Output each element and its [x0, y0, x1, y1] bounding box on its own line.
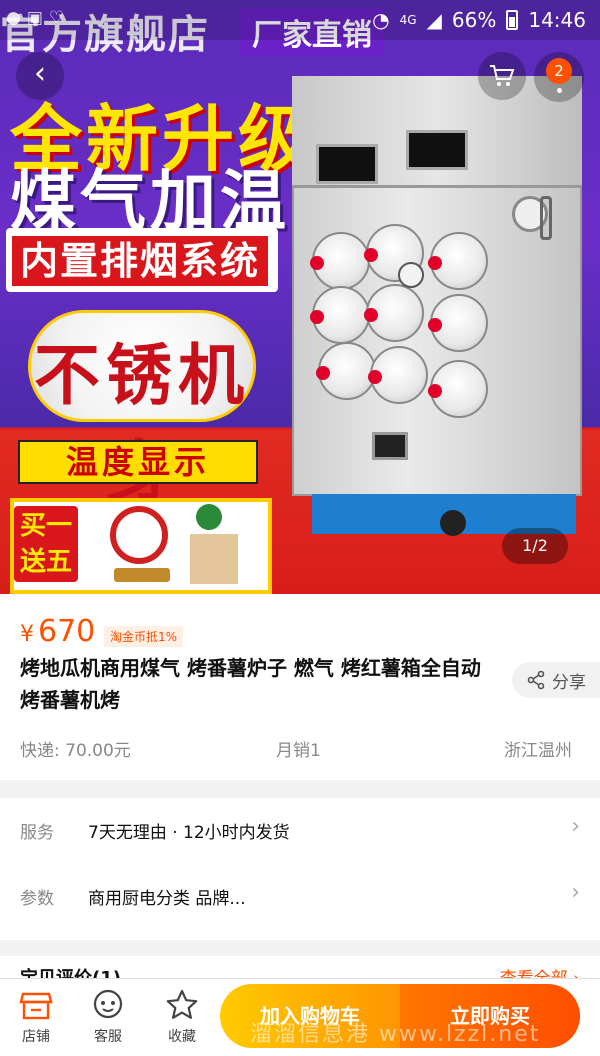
share-button[interactable]: 分享 — [512, 662, 600, 698]
gas-hose-image — [110, 506, 168, 564]
chevron-left-icon: ‹ — [34, 56, 46, 91]
shop-icon — [19, 992, 53, 1020]
product-image-carousel[interactable]: 官方旗舰店 厂家直销 ● ▣ ♡ ◔ 4G ◢ 66% 14:46 全新升级 煤… — [0, 0, 600, 594]
smoke-feature-label: 内置排烟系统 — [12, 236, 268, 286]
params-value: 商用厨电分类 品牌... — [88, 889, 246, 909]
clock: 14:46 — [528, 8, 586, 32]
tab-shop[interactable]: 店铺 — [6, 988, 66, 1046]
battery-icon — [506, 10, 519, 30]
price: ¥670 — [20, 614, 95, 649]
tab-customer-service[interactable]: 客服 — [78, 988, 138, 1046]
temp-feature-label: 温度显示 — [18, 440, 258, 484]
shipping-fee: 快递: 70.00元 — [20, 741, 131, 761]
notification-icons: ● ▣ ♡ — [6, 8, 64, 28]
price-value: 670 — [38, 614, 96, 649]
tab-favorite[interactable]: 收藏 — [152, 988, 212, 1046]
oven-dial — [428, 294, 488, 352]
share-icon — [527, 670, 545, 690]
tab-service-label: 客服 — [94, 1029, 122, 1045]
side-handle — [540, 196, 552, 240]
status-bar: ● ▣ ♡ ◔ 4G ◢ 66% 14:46 — [0, 0, 600, 40]
mat-image — [190, 534, 238, 584]
status-right: ◔ 4G ◢ 66% 14:46 — [372, 8, 586, 32]
monthly-sales: 月销1 — [276, 741, 321, 761]
service-row[interactable]: 服务 7天无理由 · 12小时内发货 › — [0, 798, 600, 862]
back-button[interactable]: ‹ — [16, 52, 64, 100]
more-button[interactable]: 2 — [534, 52, 584, 102]
scraper-image — [114, 568, 170, 582]
oven-dial — [428, 360, 488, 418]
params-label: 参数 — [20, 889, 54, 909]
oven-dial — [364, 284, 424, 342]
oven-window-right — [406, 130, 468, 170]
steel-feature-label: 不锈机身 — [34, 337, 250, 510]
wifi-icon: ◔ — [372, 8, 390, 32]
signal-icon: ◢ — [426, 8, 442, 32]
thermometer-gauge — [398, 262, 424, 288]
oven-dial — [428, 232, 488, 290]
cart-button[interactable] — [478, 52, 526, 100]
wechat-icon: ● — [6, 8, 21, 28]
cart-icon — [490, 65, 515, 86]
oven-dial — [368, 346, 428, 404]
oven-dial — [310, 286, 370, 344]
regulator-image — [196, 504, 222, 530]
battery-percent: 66% — [451, 8, 497, 32]
service-value: 7天无理由 · 12小时内发货 — [88, 823, 290, 843]
network-type: 4G — [399, 13, 417, 27]
chevron-right-icon: › — [571, 814, 580, 839]
currency-symbol: ¥ — [20, 622, 34, 647]
image-icon: ▣ — [26, 8, 43, 28]
service-label: 服务 — [20, 823, 54, 843]
taojinbi-badge: 淘金币抵1% — [104, 626, 184, 647]
ship-from-location: 浙江温州 — [504, 741, 572, 761]
oven-window-left — [316, 144, 378, 184]
image-pager: 1/2 — [502, 528, 568, 564]
params-row[interactable]: 参数 商用厨电分类 品牌... › — [0, 864, 600, 928]
oven-dial — [310, 232, 370, 290]
share-label: 分享 — [552, 672, 586, 693]
tab-shop-label: 店铺 — [22, 1029, 50, 1045]
promo-label: 买一送五 — [14, 506, 78, 582]
service-panel: 服务 7天无理由 · 12小时内发货 › 参数 商用厨电分类 品牌... › — [0, 798, 600, 940]
oven-vent-slot — [372, 432, 408, 460]
gas-knob — [440, 510, 466, 536]
chevron-right-icon: › — [571, 880, 580, 905]
chat-icon — [93, 989, 123, 1019]
watermark-text: 溜溜信息港 www.lzzl.net — [250, 1022, 541, 1047]
message-count-badge: 2 — [546, 58, 572, 84]
more-dot-icon — [557, 88, 562, 93]
heart-icon: ♡ — [48, 8, 65, 28]
product-page: 官方旗舰店 厂家直销 ● ▣ ♡ ◔ 4G ◢ 66% 14:46 全新升级 煤… — [0, 0, 600, 1056]
oven-dial — [316, 342, 376, 400]
star-icon — [166, 989, 198, 1019]
product-title: 烤地瓜机商用煤气 烤番薯炉子 燃气 烤红薯箱全自动烤番薯机烤 — [20, 656, 481, 712]
tab-favorite-label: 收藏 — [168, 1029, 196, 1045]
